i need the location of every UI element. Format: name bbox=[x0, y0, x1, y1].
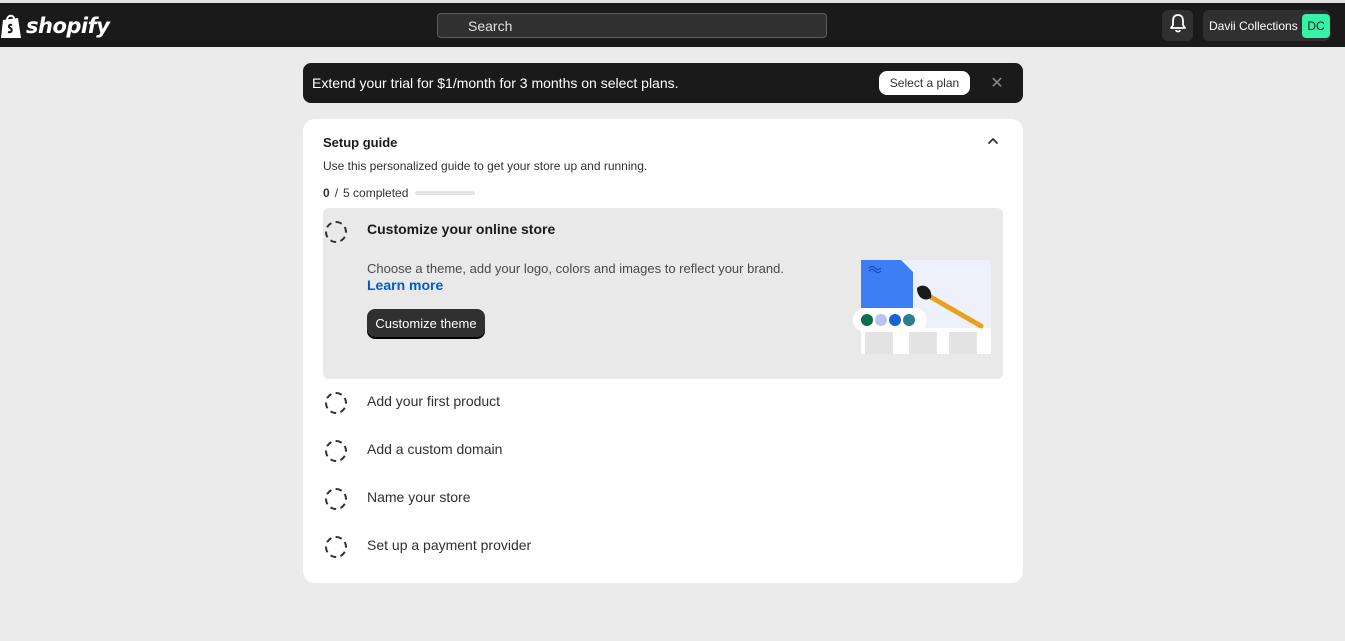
active-task-description: Choose a theme, add your logo, colors an… bbox=[367, 261, 784, 276]
progress-separator: / bbox=[334, 186, 339, 200]
shopify-logo[interactable]: shopify bbox=[0, 11, 110, 41]
task-label: Add your first product bbox=[367, 393, 501, 409]
close-icon[interactable]: ✕ bbox=[989, 73, 1005, 93]
chevron-up-icon[interactable] bbox=[985, 133, 1001, 149]
task-item[interactable]: Add your first product bbox=[323, 389, 1003, 414]
bell-icon bbox=[1168, 13, 1188, 38]
task-item[interactable]: Add a custom domain bbox=[323, 437, 1003, 462]
task-item[interactable]: Set up a payment provider bbox=[323, 533, 1003, 558]
trial-banner: Extend your trial for $1/month for 3 mon… bbox=[303, 63, 1023, 103]
task-status-icon[interactable] bbox=[325, 221, 347, 243]
notifications-button[interactable] bbox=[1162, 10, 1193, 41]
task-label: Add a custom domain bbox=[367, 441, 503, 457]
setup-guide-card: Setup guide Use this personalized guide … bbox=[303, 119, 1023, 583]
select-plan-button[interactable]: Select a plan bbox=[879, 71, 970, 95]
task-status-icon[interactable] bbox=[325, 440, 347, 462]
task-status-icon[interactable] bbox=[325, 488, 347, 510]
customize-theme-button[interactable]: Customize theme bbox=[367, 309, 485, 337]
task-label: Name your store bbox=[367, 489, 471, 505]
progress-done: 0 bbox=[323, 186, 330, 200]
search-placeholder: Search bbox=[468, 17, 513, 34]
search-bar[interactable]: Search bbox=[437, 13, 827, 38]
avatar: DC bbox=[1302, 14, 1330, 38]
active-task-title: Customize your online store bbox=[367, 221, 556, 237]
store-name: Davii Collections bbox=[1209, 18, 1298, 33]
setup-guide-subtitle: Use this personalized guide to get your … bbox=[323, 159, 648, 173]
brand-name: shopify bbox=[26, 14, 110, 38]
top-bar: shopify Search Davii Collections DC bbox=[0, 0, 1345, 47]
task-status-icon[interactable] bbox=[325, 536, 347, 558]
task-label: Set up a payment provider bbox=[367, 537, 532, 553]
progress-total: 5 completed bbox=[343, 186, 409, 200]
task-status-icon[interactable] bbox=[325, 392, 347, 414]
learn-more-link[interactable]: Learn more bbox=[367, 277, 443, 293]
shopify-bag-icon bbox=[0, 13, 22, 39]
task-item[interactable]: Name your store bbox=[323, 485, 1003, 510]
theme-illustration bbox=[851, 258, 991, 358]
store-menu-button[interactable]: Davii Collections DC bbox=[1203, 10, 1330, 41]
setup-guide-title: Setup guide bbox=[323, 135, 398, 150]
banner-text: Extend your trial for $1/month for 3 mon… bbox=[312, 75, 679, 91]
active-task-panel: Customize your online store Choose a the… bbox=[323, 208, 1003, 379]
progress-indicator: 0 / 5 completed bbox=[323, 186, 476, 200]
progress-bar bbox=[415, 191, 476, 195]
